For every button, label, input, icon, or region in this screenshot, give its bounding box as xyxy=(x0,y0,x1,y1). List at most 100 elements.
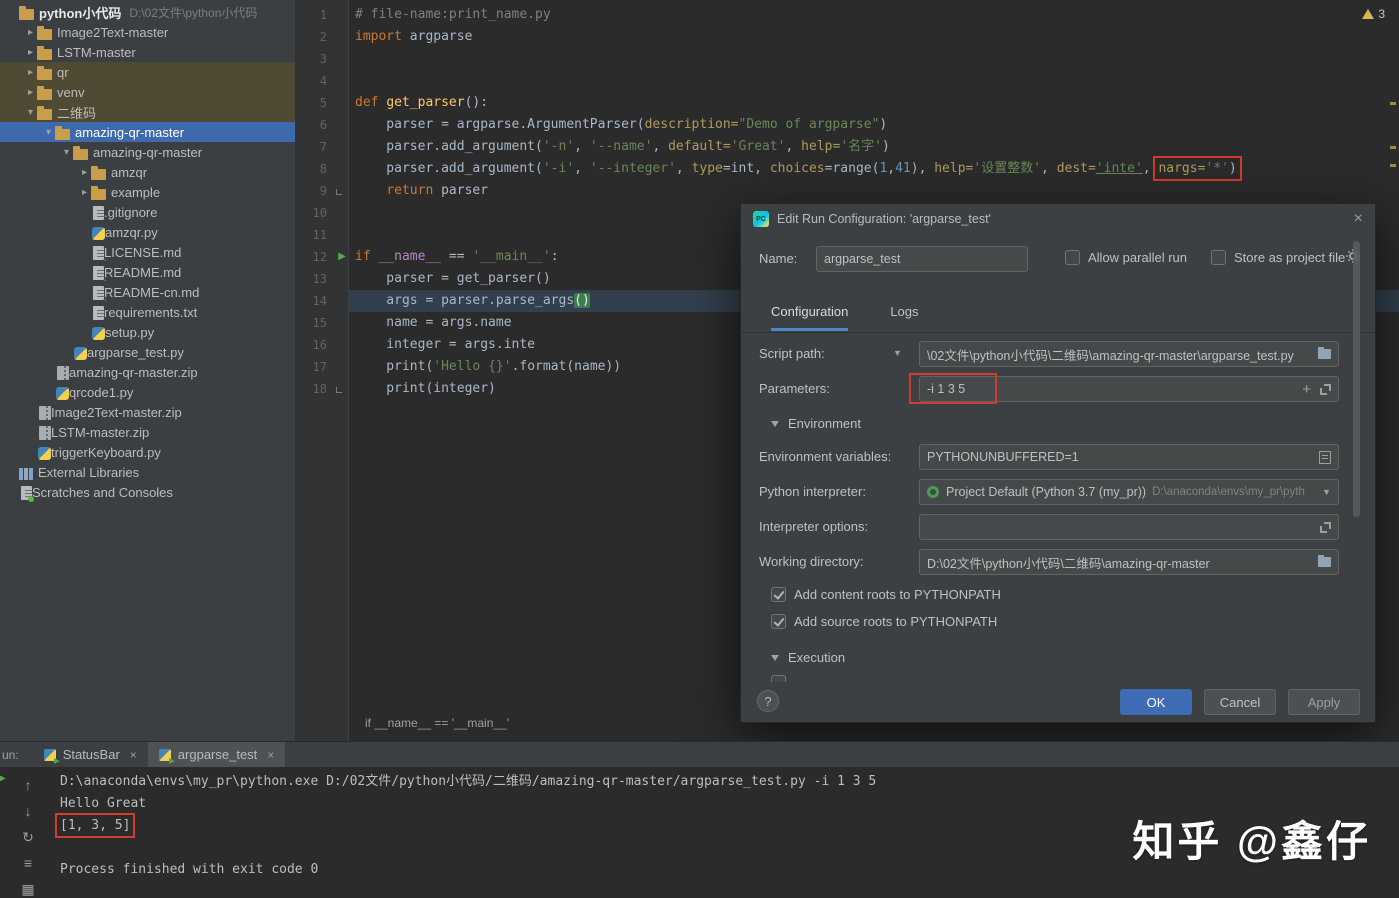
chevron-right-icon[interactable]: ▸ xyxy=(24,47,37,58)
env-vars-field[interactable]: PYTHONUNBUFFERED=1 xyxy=(919,444,1339,470)
chevron-down-icon[interactable]: ▾ xyxy=(60,147,73,158)
code-line-2[interactable]: 2import argparse xyxy=(295,26,1399,48)
chevron-down-icon[interactable]: ▾ xyxy=(24,107,37,118)
tree-item[interactable]: ▾amazing-qr-master xyxy=(0,142,295,162)
gutter-cell[interactable]: 12▶ xyxy=(295,246,349,268)
run-line-icon[interactable]: ▶ xyxy=(338,251,346,262)
checkbox-checked-icon[interactable] xyxy=(771,614,786,629)
tree-item[interactable]: python小代码D:\02文件\python小代码 xyxy=(0,2,295,22)
help-button[interactable]: ? xyxy=(757,690,779,712)
gutter-cell[interactable]: 5 xyxy=(295,92,349,114)
section-environment[interactable]: Environment xyxy=(771,416,861,431)
gutter-cell[interactable]: 17 xyxy=(295,356,349,378)
line-number[interactable]: 10 xyxy=(313,206,349,220)
chevron-right-icon[interactable]: ▸ xyxy=(78,187,91,198)
section-execution[interactable]: Execution xyxy=(771,650,845,665)
chevron-right-icon[interactable]: ▸ xyxy=(24,87,37,98)
menu-icon[interactable]: ≡ xyxy=(18,855,38,871)
line-number[interactable]: 13 xyxy=(313,272,349,286)
interpreter-options-field[interactable] xyxy=(919,514,1339,540)
tree-item[interactable]: LSTM-master.zip xyxy=(0,422,295,442)
tree-item[interactable]: ▸example xyxy=(0,182,295,202)
gutter-cell[interactable]: 7 xyxy=(295,136,349,158)
line-number[interactable]: 14 xyxy=(313,294,349,308)
tab-statusbar[interactable]: StatusBar × xyxy=(33,742,148,768)
line-number[interactable]: 8 xyxy=(320,162,349,176)
tree-item[interactable]: ▸Image2Text-master xyxy=(0,22,295,42)
tree-item[interactable]: ▸LSTM-master xyxy=(0,42,295,62)
code-line-6[interactable]: 6 parser = argparse.ArgumentParser(descr… xyxy=(295,114,1399,136)
line-number[interactable]: 16 xyxy=(313,338,349,352)
ok-button[interactable]: OK xyxy=(1120,689,1192,715)
line-number[interactable]: 1 xyxy=(320,8,349,22)
tree-item[interactable]: Image2Text-master.zip xyxy=(0,402,295,422)
tree-item[interactable]: qrcode1.py xyxy=(0,382,295,402)
chevron-right-icon[interactable]: ▸ xyxy=(78,167,91,178)
tab-logs[interactable]: Logs xyxy=(890,304,918,331)
line-number[interactable]: 6 xyxy=(320,118,349,132)
line-number[interactable]: 5 xyxy=(320,96,349,110)
chevron-down-icon[interactable]: ▼ xyxy=(893,348,902,358)
tree-item[interactable]: amzqr.py xyxy=(0,222,295,242)
code-line-8[interactable]: 8 parser.add_argument('-i', '--integer',… xyxy=(295,158,1399,180)
tree-item[interactable]: ▾二维码 xyxy=(0,102,295,122)
tab-configuration[interactable]: Configuration xyxy=(771,304,848,331)
checkbox-icon[interactable] xyxy=(1211,250,1226,265)
gutter-cell[interactable]: 11 xyxy=(295,224,349,246)
expand-icon[interactable] xyxy=(1320,384,1331,395)
line-number[interactable]: 18 xyxy=(313,382,349,396)
gutter-cell[interactable]: 6 xyxy=(295,114,349,136)
tree-item[interactable]: amazing-qr-master.zip xyxy=(0,362,295,382)
cancel-button[interactable]: Cancel xyxy=(1204,689,1276,715)
tree-item[interactable]: ▾amazing-qr-master xyxy=(0,122,295,142)
code-line-9[interactable]: 9 return parser xyxy=(295,180,1399,202)
folder-icon[interactable] xyxy=(1318,557,1331,567)
tree-item[interactable]: setup.py xyxy=(0,322,295,342)
code-line-3[interactable]: 3 xyxy=(295,48,1399,70)
tree-item[interactable]: ▸amzqr xyxy=(0,162,295,182)
chevron-down-icon[interactable]: ▾ xyxy=(42,127,55,138)
tree-item[interactable]: README.md xyxy=(0,262,295,282)
close-icon[interactable]: × xyxy=(130,748,137,762)
close-icon[interactable]: × xyxy=(267,748,274,762)
tree-item[interactable]: Scratches and Consoles xyxy=(0,482,295,502)
line-number[interactable]: 9 xyxy=(320,184,349,198)
checkbox-checked-icon[interactable] xyxy=(771,587,786,602)
gutter-cell[interactable]: 4 xyxy=(295,70,349,92)
down-arrow-icon[interactable]: ↓ xyxy=(18,803,38,819)
checkbox-icon[interactable] xyxy=(1065,250,1080,265)
browse-vars-icon[interactable] xyxy=(1319,451,1331,464)
gutter-cell[interactable]: 16 xyxy=(295,334,349,356)
print-icon[interactable]: ▦ xyxy=(18,881,38,898)
gutter-cell[interactable]: 9 xyxy=(295,180,349,202)
chevron-right-icon[interactable]: ▸ xyxy=(24,27,37,38)
inspection-widget[interactable]: 3 xyxy=(1362,7,1385,21)
gutter-cell[interactable]: 13 xyxy=(295,268,349,290)
line-number[interactable]: 2 xyxy=(320,30,349,44)
tree-item[interactable]: argparse_test.py xyxy=(0,342,295,362)
run-tool-stripe-icon[interactable]: ▶ xyxy=(0,769,6,786)
allow-parallel-checkbox[interactable]: Allow parallel run xyxy=(1065,250,1187,265)
line-number[interactable]: 11 xyxy=(313,228,349,242)
fold-end-icon[interactable] xyxy=(336,189,342,195)
gutter-cell[interactable]: 18 xyxy=(295,378,349,400)
up-arrow-icon[interactable]: ↑ xyxy=(18,777,38,793)
expand-icon[interactable] xyxy=(1320,522,1331,533)
apply-button[interactable]: Apply xyxy=(1288,689,1360,715)
line-number[interactable]: 4 xyxy=(320,74,349,88)
tab-argparse-test[interactable]: argparse_test × xyxy=(148,742,286,768)
add-source-roots-checkbox[interactable]: Add source roots to PYTHONPATH xyxy=(771,614,997,629)
gutter-cell[interactable]: 1 xyxy=(295,4,349,26)
line-number[interactable]: 15 xyxy=(313,316,349,330)
code-line-4[interactable]: 4 xyxy=(295,70,1399,92)
tree-item[interactable]: ▸qr xyxy=(0,62,295,82)
tree-item[interactable]: External Libraries xyxy=(0,462,295,482)
breadcrumb[interactable]: if __name__ == '__main__' xyxy=(365,716,509,730)
tree-item[interactable]: triggerKeyboard.py xyxy=(0,442,295,462)
plus-icon[interactable]: + xyxy=(1302,382,1311,397)
gutter-cell[interactable]: 14 xyxy=(295,290,349,312)
line-number[interactable]: 17 xyxy=(313,360,349,374)
tree-item[interactable]: README-cn.md xyxy=(0,282,295,302)
code-line-1[interactable]: 1# file-name:print_name.py xyxy=(295,4,1399,26)
line-number[interactable]: 3 xyxy=(320,52,349,66)
